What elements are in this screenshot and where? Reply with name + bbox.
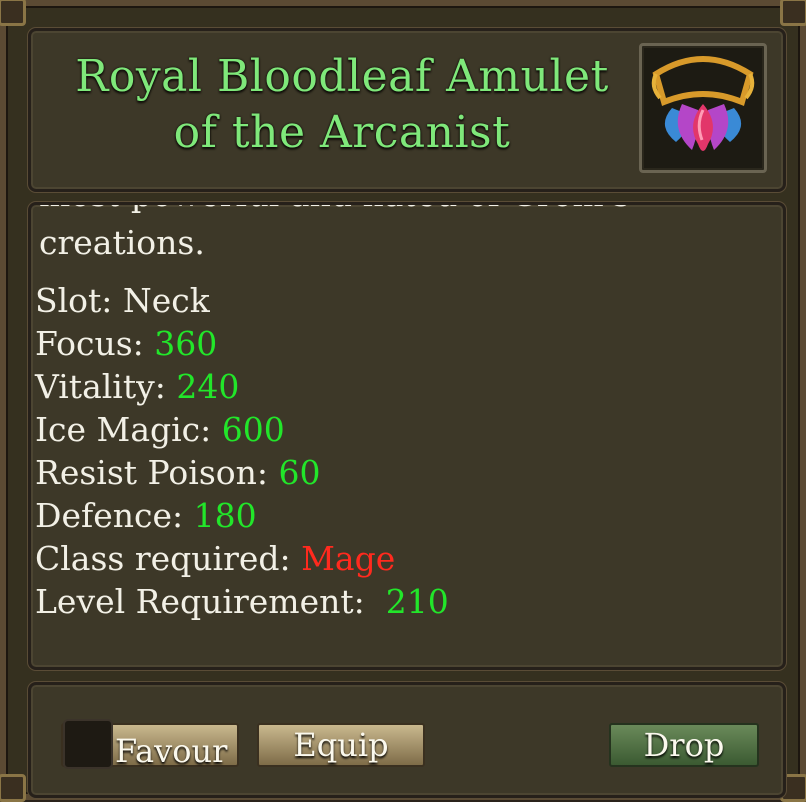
- stat-value: 600: [221, 410, 285, 449]
- favour-checkbox[interactable]: [63, 719, 113, 769]
- stat-row-level-requirement: Level Requirement: 210: [35, 580, 449, 623]
- favour-button[interactable]: Favour: [61, 719, 239, 770]
- stat-label: Resist Poison:: [35, 453, 279, 492]
- stat-row-resist-poison: Resist Poison: 60: [35, 451, 449, 494]
- favour-label: Favour: [115, 732, 228, 770]
- stat-value: 360: [154, 324, 218, 363]
- frame-corner-ornament: [0, 774, 26, 802]
- item-name-line2: of the Arcanist: [173, 107, 511, 158]
- stat-row-ice-magic: Ice Magic: 600: [35, 408, 449, 451]
- description-text: creations.: [39, 223, 205, 262]
- stat-row-focus: Focus: 360: [35, 322, 449, 365]
- action-button-bar: Favour Equip Drop: [28, 682, 786, 798]
- stat-label: Level Requirement:: [35, 582, 386, 621]
- stat-label: Slot:: [35, 281, 123, 320]
- stat-label: Defence:: [35, 496, 194, 535]
- equip-button[interactable]: Equip: [257, 723, 425, 767]
- stat-label: Ice Magic:: [35, 410, 222, 449]
- frame-corner-ornament: [780, 0, 806, 26]
- item-tooltip-window: Royal Bloodleaf Amulet of the Arcanist m…: [0, 0, 806, 802]
- stat-label: Vitality:: [35, 367, 177, 406]
- item-name: Royal Bloodleaf Amulet of the Arcanist: [47, 49, 637, 161]
- stat-value: Neck: [122, 281, 210, 320]
- stat-value: Mage: [301, 539, 396, 578]
- stat-value: 180: [193, 496, 257, 535]
- description-cutoff-line: most powerful and hated of Grom's: [39, 205, 630, 214]
- stat-row-class-required: Class required: Mage: [35, 537, 449, 580]
- item-icon-slot[interactable]: [639, 43, 767, 173]
- frame-corner-ornament: [0, 0, 26, 26]
- stat-row-slot: Slot: Neck: [35, 279, 449, 322]
- stat-row-defence: Defence: 180: [35, 494, 449, 537]
- stat-value: 240: [176, 367, 240, 406]
- stat-value: 60: [278, 453, 321, 492]
- stat-row-vitality: Vitality: 240: [35, 365, 449, 408]
- item-name-line1: Royal Bloodleaf Amulet: [75, 51, 609, 102]
- stat-label: Class required:: [35, 539, 302, 578]
- amulet-icon: [651, 56, 755, 151]
- stat-value: 210: [385, 582, 449, 621]
- stats-list: Slot: Neck Focus: 360 Vitality: 240 Ice …: [35, 279, 449, 623]
- item-description-panel[interactable]: most powerful and hated of Grom's creati…: [28, 202, 786, 670]
- item-title-panel: Royal Bloodleaf Amulet of the Arcanist: [28, 28, 786, 192]
- stat-label: Focus:: [35, 324, 155, 363]
- drop-button[interactable]: Drop: [609, 723, 759, 767]
